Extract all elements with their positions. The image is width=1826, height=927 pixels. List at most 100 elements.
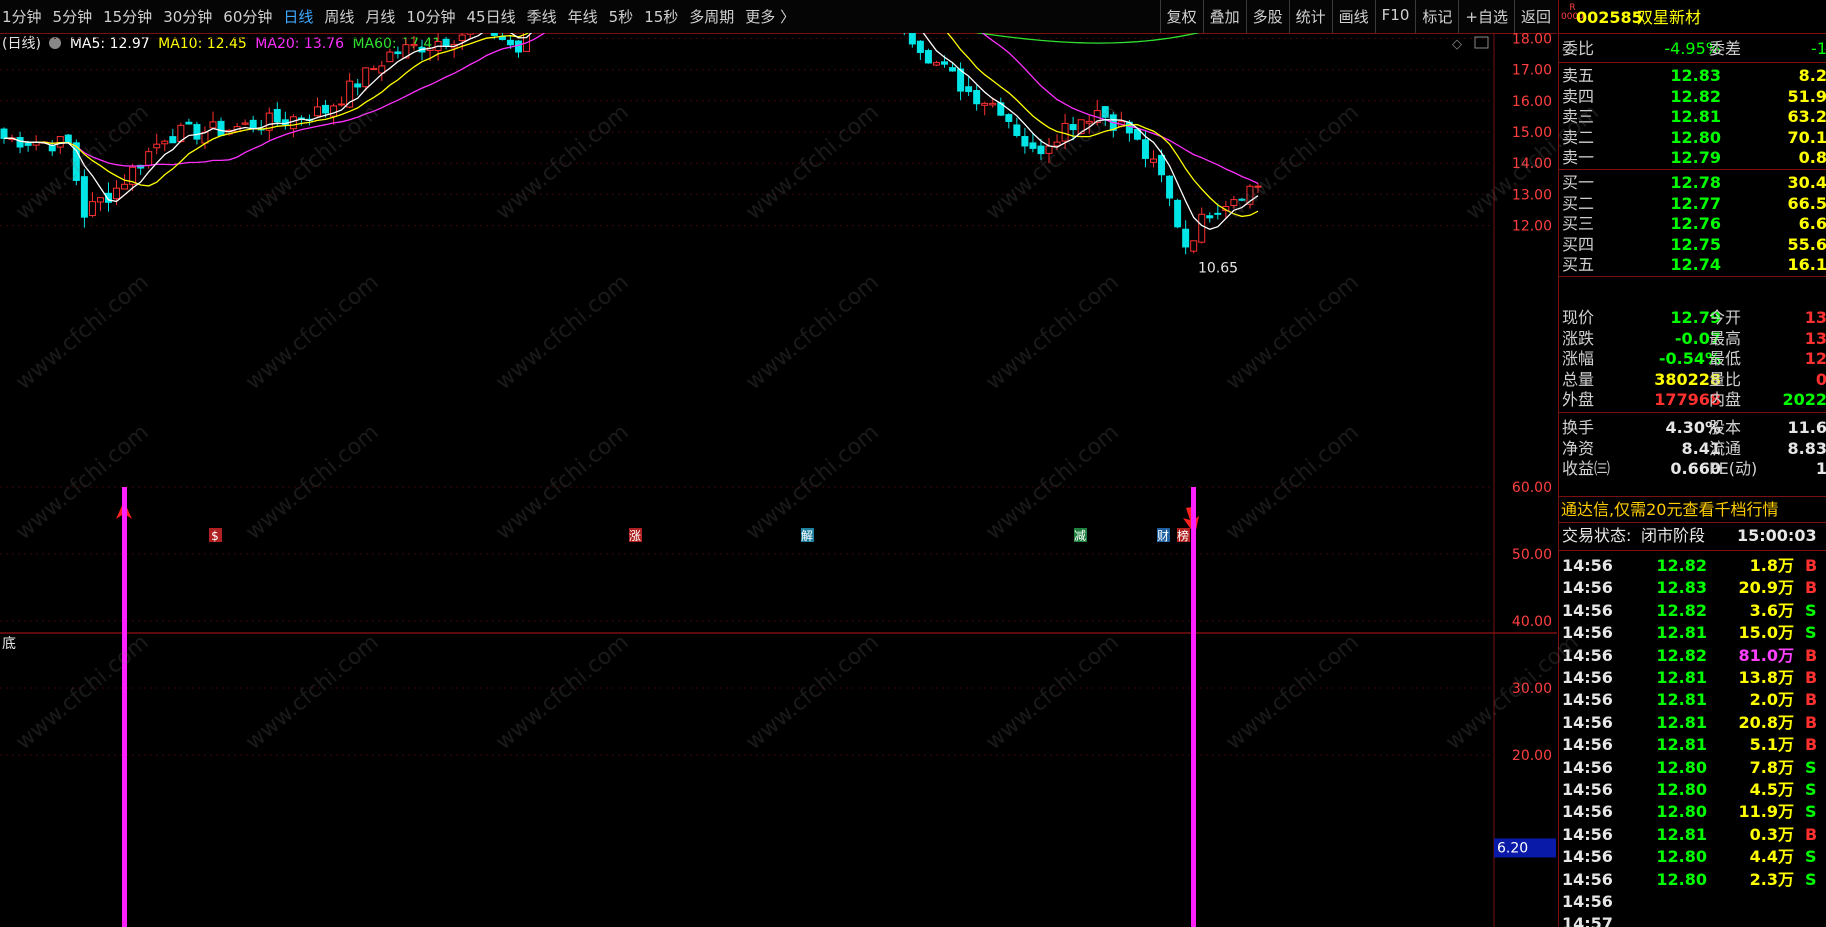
ma5-line [3,33,1259,230]
low-price-label: 10.65 [1198,261,1238,277]
orderbook-divider [1559,169,1826,170]
candle-body [322,104,330,114]
tool-button[interactable]: F10 [1374,0,1416,33]
tool-button[interactable]: 标记 [1415,0,1458,33]
candle-body [121,183,129,190]
quote-panel: R 0000 002585 双星新材 委比 -4.95% 委差 -1 卖五 12.8… [1558,0,1826,927]
candle-body [354,83,362,88]
period-tab[interactable]: 月线 [365,6,395,27]
candle-body [96,197,104,203]
period-tab[interactable]: 60分钟 [223,6,272,27]
candle-body [241,122,249,125]
candle-body [932,62,940,66]
candle-body [981,102,989,106]
diamond-icon[interactable]: ◇ [1452,37,1462,52]
candle-body [113,187,121,200]
candle-body [16,137,24,148]
candle-body [1101,106,1109,118]
candle-body [88,201,96,216]
candle-body [924,50,932,64]
indicator-tick: 30.00 [1512,681,1552,697]
indicator-tick: 50.00 [1512,547,1552,563]
candle-body [338,103,346,106]
indicator-bar [122,487,127,927]
period-tab[interactable]: 更多 〉 [745,6,795,27]
event-marker-label: 涨 [629,528,641,543]
price-tick: 18.00 [1512,33,1552,47]
period-tab[interactable]: 年线 [568,6,598,27]
period-tab[interactable]: 45日线 [467,6,516,27]
period-tab[interactable]: 1分钟 [2,6,42,27]
candle-body [145,151,153,166]
period-tab[interactable]: 5秒 [609,6,634,27]
candle-body [506,39,514,46]
price-tick: 17.00 [1512,63,1552,79]
tool-button[interactable]: +自选 [1458,0,1514,33]
candle-body [1005,114,1013,122]
candle-body [330,105,338,117]
candle-body [498,36,506,41]
tool-button[interactable]: 多股 [1245,0,1289,33]
event-marker-label: 解 [801,529,813,543]
indicator-cursor-value: 6.20 [1497,840,1528,856]
candle-body [514,40,522,53]
price-tick: 16.00 [1512,94,1552,110]
candle-body [48,145,56,152]
period-tab[interactable]: 30分钟 [163,6,212,27]
candle-body [249,119,257,130]
candle-body [442,38,450,47]
candle-body [965,86,973,93]
candle-body [941,61,948,65]
period-tab[interactable]: 10分钟 [406,6,455,27]
candle-body [153,143,161,149]
stock-name: 双星新材 [1637,8,1702,27]
candle-body [1230,199,1238,206]
candle-body [394,51,402,55]
period-tab[interactable]: 多周期 [689,6,734,27]
candle-body [56,136,64,148]
period-tab[interactable]: 季线 [527,6,557,27]
candle-body [949,67,957,72]
event-marker-label: 榜 [1177,528,1189,543]
candle-body [185,121,193,125]
candle-body [490,33,498,36]
candle-body [1254,185,1262,188]
candle-body [466,33,474,35]
candle-body [24,142,32,146]
price-tick: 12.00 [1512,219,1552,235]
candle-body [1182,228,1190,248]
indicator-tick: 20.00 [1512,748,1552,764]
candle-body [1037,145,1045,155]
candle-body [273,109,281,123]
candle-body [989,102,997,106]
event-marker-label: 减 [1074,529,1086,543]
candle-body [370,68,378,71]
candle-body [217,120,225,136]
indicator-name: 底 [2,636,16,652]
period-tab[interactable]: 15分钟 [103,6,152,27]
candle-body [1174,199,1182,228]
tool-button[interactable]: 复权 [1159,0,1203,33]
stats-divider [1559,412,1826,413]
candle-body [1238,198,1246,201]
candle-body [289,116,297,130]
candle-body [1021,136,1029,147]
candle-body [80,176,88,218]
candle-body [1069,124,1077,131]
period-tab[interactable]: 5分钟 [53,6,93,27]
period-tab[interactable]: 15秒 [644,6,678,27]
candle-body [386,51,394,63]
tool-button[interactable]: 返回 [1513,0,1557,33]
kline-chart[interactable]: 28.0027.0026.0025.0024.0023.0022.0021.00… [0,33,1557,927]
candle-body [1214,212,1222,215]
tool-button[interactable]: 叠加 [1202,0,1246,33]
tool-button[interactable]: 统计 [1288,0,1332,33]
price-tick: 15.00 [1512,125,1552,141]
candle-body [0,128,8,139]
candle-body [1085,120,1093,124]
candle-body [193,124,201,140]
period-tab[interactable]: 周线 [324,6,354,27]
orderbook-divider [1559,276,1826,277]
tool-button[interactable]: 画线 [1331,0,1375,33]
period-tab[interactable]: 日线 [283,6,313,27]
